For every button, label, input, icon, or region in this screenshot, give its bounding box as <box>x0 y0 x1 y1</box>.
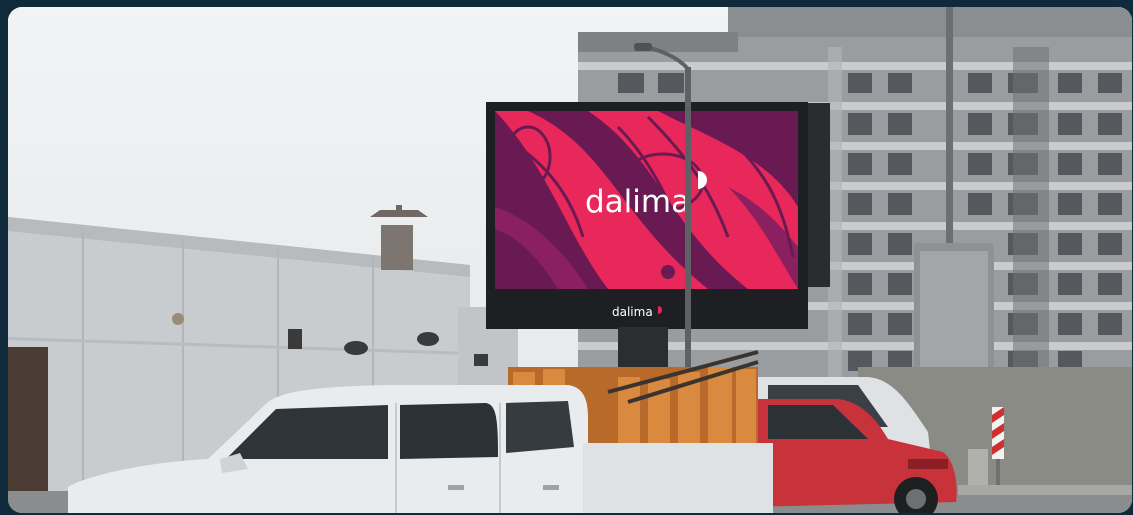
street-photo: dalima dalima <box>8 7 1132 513</box>
digital-billboard: dalima dalima <box>486 102 830 367</box>
billboard-screen: dalima <box>495 111 798 289</box>
photo-frame: dalima dalima <box>8 7 1132 513</box>
billboard-brand-text: dalima <box>585 184 690 220</box>
billboard-panel-brand-text: dalima <box>612 305 653 319</box>
